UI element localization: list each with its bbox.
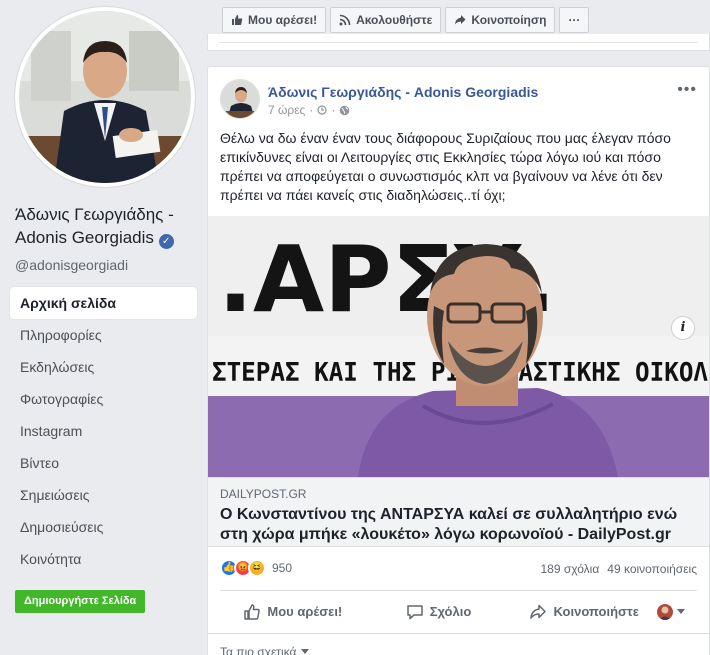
- follow-button[interactable]: Ακολουθήστε: [330, 7, 442, 33]
- post-as-selector[interactable]: [657, 603, 697, 620]
- comment-button[interactable]: Σχόλιο: [366, 596, 512, 628]
- like-label: Μου αρέσει!: [267, 604, 343, 619]
- post-text: Θέλω να δω έναν έναν τους διάφορους Συρι…: [220, 130, 671, 203]
- haha-reaction-icon: 😆: [248, 559, 266, 577]
- profile-photo: [19, 11, 191, 183]
- verified-badge-icon: ✓: [158, 234, 174, 249]
- create-page-button[interactable]: Δημιουργήστε Σελίδα: [15, 590, 146, 613]
- post-meta: 7 ώρες · ·: [268, 103, 350, 117]
- post-actions: Μου αρέσει! Σχόλιο Κοινοποιήστε: [220, 590, 697, 632]
- more-dots-icon: ···: [568, 13, 581, 27]
- nav-item-instagram[interactable]: Instagram: [10, 415, 197, 447]
- comment-bubble-icon: [406, 604, 423, 619]
- rss-follow-icon: [339, 14, 351, 26]
- link-preview-image[interactable]: .ΑΡΣΥ. ΣΤΕΡΑΣ ΚΑΙ ΤΗΣ ΡΙΖΟΣΠΑΣΤΙΚΗΣ ΟΙΚΟ…: [208, 216, 709, 477]
- post-author-avatar[interactable]: [220, 79, 260, 119]
- more-options-button[interactable]: ···: [559, 7, 590, 33]
- comment-sort-label: Τα πιο σχετικά: [220, 645, 297, 655]
- post-as-avatar: [657, 603, 674, 620]
- page-name[interactable]: Άδωνις Γεωργιάδης - Adonis Georgiadis ✓: [15, 203, 200, 249]
- profile-picture[interactable]: [15, 7, 195, 187]
- engagement-counts: 189 σχόλια 49 κοινοποιήσεις: [540, 562, 697, 576]
- page-name-text: Άδωνις Γεωργιάδης - Adonis Georgiadis: [15, 205, 174, 247]
- share-button[interactable]: Κοινοποιήστε: [511, 596, 657, 628]
- link-title: Ο Κωνσταντίνου της ΑΝΤΑΡΣΥΑ καλεί σε συλ…: [220, 506, 678, 543]
- page-share-button[interactable]: Κοινοποίηση: [445, 7, 556, 33]
- nav-item-videos[interactable]: Βίντεο: [10, 447, 197, 479]
- post-header: Άδωνις Γεωργιάδης - Adonis Georgiadis 7 …: [220, 79, 697, 121]
- post-author-name[interactable]: Άδωνις Γεωργιάδης - Adonis Georgiadis: [268, 84, 538, 100]
- nav-item-community[interactable]: Κοινότητα: [10, 543, 197, 575]
- nav-item-events[interactable]: Εκδηλώσεις: [10, 351, 197, 383]
- post-options-icon[interactable]: •••: [677, 81, 697, 99]
- nav-item-notes[interactable]: Σημειώσεις: [10, 479, 197, 511]
- comments-count[interactable]: 189 σχόλια: [540, 562, 599, 576]
- feed-post: Άδωνις Γεωργιάδης - Adonis Georgiadis 7 …: [207, 66, 710, 655]
- share-arrow-icon: [530, 604, 547, 619]
- chevron-down-icon: [677, 608, 686, 614]
- share-label: Κοινοποιήστε: [553, 604, 639, 619]
- globe-public-icon[interactable]: [339, 105, 350, 116]
- comment-label: Σχόλιο: [429, 604, 472, 619]
- nav-item-posts[interactable]: Δημοσιεύσεις: [10, 511, 197, 543]
- page-share-label: Κοινοποίηση: [471, 13, 547, 27]
- follow-label: Ακολουθήστε: [356, 13, 433, 27]
- post-stats: 👍 😡 😆 950 189 σχόλια 49 κοινοποιήσεις: [220, 559, 697, 583]
- info-icon[interactable]: i: [671, 316, 695, 340]
- meta-separator: ·: [309, 103, 314, 117]
- link-domain: DAILYPOST.GR: [220, 487, 307, 501]
- page-handle[interactable]: @adonisgeorgiadi: [15, 257, 128, 273]
- post-timestamp[interactable]: 7 ώρες: [268, 103, 305, 117]
- left-nav: Αρχική σελίδα Πληροφορίες Εκδηλώσεις Φωτ…: [10, 287, 197, 575]
- thumbs-up-icon: [232, 15, 243, 25]
- reactions-summary[interactable]: 👍 😡 😆 950: [220, 559, 292, 577]
- comment-sort-selector[interactable]: Τα πιο σχετικά: [220, 645, 309, 655]
- link-preview-box[interactable]: DAILYPOST.GR Ο Κωνσταντίνου της ΑΝΤΑΡΣΥΑ…: [208, 477, 709, 547]
- nav-item-home[interactable]: Αρχική σελίδα: [10, 287, 197, 319]
- page-like-button[interactable]: Μου αρέσει!: [222, 7, 327, 33]
- page-like-label: Μου αρέσει!: [248, 13, 318, 27]
- left-column: Άδωνις Γεωργιάδης - Adonis Georgiadis ✓ …: [0, 0, 200, 655]
- clock-icon: [317, 105, 327, 115]
- nav-item-photos[interactable]: Φωτογραφίες: [10, 383, 197, 415]
- thumbs-up-icon: [244, 603, 261, 620]
- like-button[interactable]: Μου αρέσει!: [220, 596, 366, 628]
- comments-divider: [208, 633, 709, 634]
- shares-count[interactable]: 49 κοινοποιήσεις: [607, 562, 697, 576]
- nav-item-about[interactable]: Πληροφορίες: [10, 319, 197, 351]
- chevron-down-icon: [300, 649, 309, 654]
- meta-separator-2: ·: [331, 103, 336, 117]
- previous-post-footer: [207, 34, 710, 51]
- reactions-count: 950: [272, 561, 293, 575]
- page-action-bar: Μου αρέσει! Ακολουθήστε Κοινοποίηση ···: [222, 7, 593, 33]
- share-arrow-icon: [455, 15, 466, 25]
